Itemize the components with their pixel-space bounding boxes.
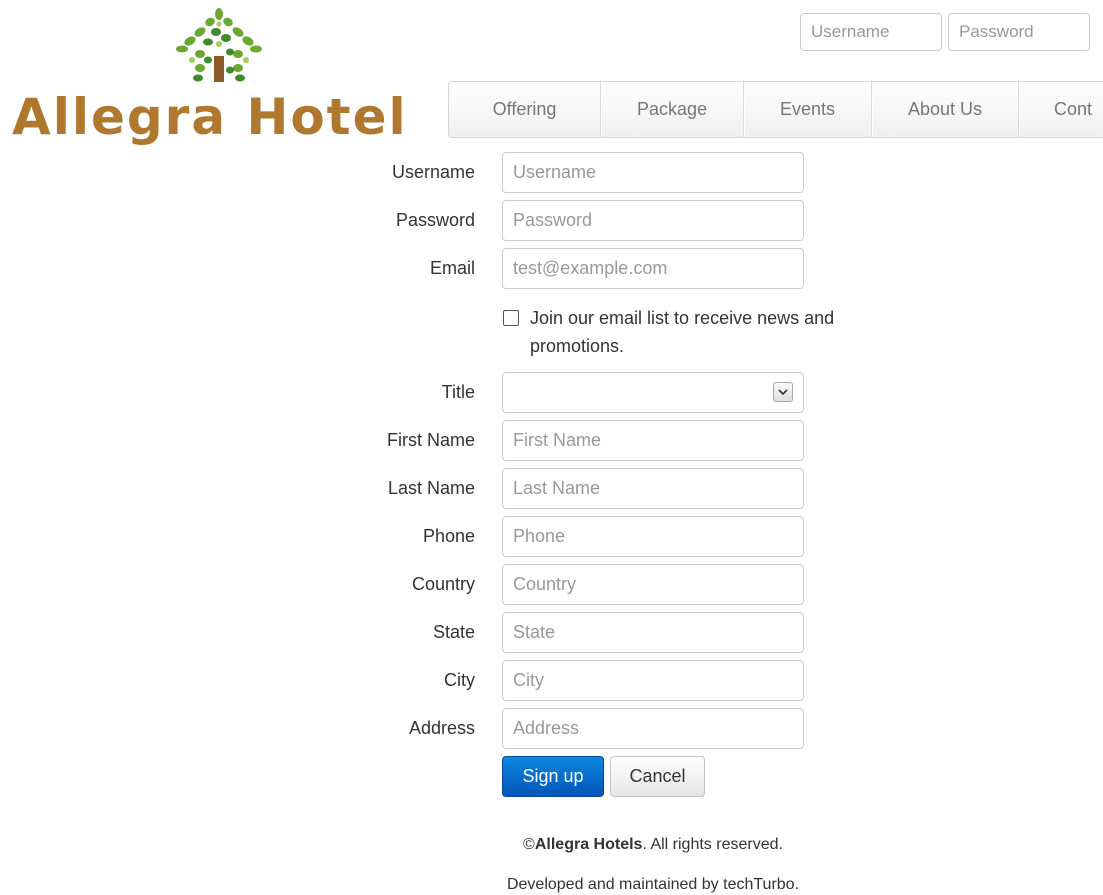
password-label: Password xyxy=(395,210,475,230)
address-label: Address xyxy=(408,718,475,738)
cancel-button[interactable]: Cancel xyxy=(610,756,705,797)
nav-item-offering[interactable]: Offering xyxy=(449,82,601,137)
email-input[interactable] xyxy=(502,248,804,289)
phone-row: Phone xyxy=(0,516,1103,557)
state-label: State xyxy=(432,622,475,642)
brand-name: Allegra Hotel xyxy=(12,88,408,146)
title-label: Title xyxy=(441,382,475,402)
state-input[interactable] xyxy=(502,612,804,653)
username-input[interactable] xyxy=(502,152,804,193)
phone-input[interactable] xyxy=(502,516,804,557)
address-input[interactable] xyxy=(502,708,804,749)
first-name-input[interactable] xyxy=(502,420,804,461)
rights-text: . All rights reserved. xyxy=(642,836,783,853)
address-row: Address xyxy=(0,708,1103,749)
phone-label: Phone xyxy=(422,526,475,546)
city-row: City xyxy=(0,660,1103,701)
city-label: City xyxy=(444,670,475,690)
country-label: Country xyxy=(411,574,475,594)
country-input[interactable] xyxy=(502,564,804,605)
first-name-label: First Name xyxy=(386,430,475,450)
password-row: Password xyxy=(0,200,1103,241)
header-password-input[interactable] xyxy=(948,13,1090,51)
username-row: Username xyxy=(0,152,1103,193)
logo[interactable]: Allegra Hotel xyxy=(12,8,412,148)
email-row: Email xyxy=(0,248,1103,289)
developer-credit: Developed and maintained by techTurbo. xyxy=(506,876,800,893)
copyright-symbol: © xyxy=(523,836,535,853)
title-select[interactable] xyxy=(502,372,804,413)
newsletter-checkbox[interactable] xyxy=(503,310,519,326)
last-name-label: Last Name xyxy=(387,478,475,498)
nav-item-events[interactable]: Events xyxy=(744,82,872,137)
password-input[interactable] xyxy=(502,200,804,241)
chevron-down-icon[interactable] xyxy=(773,382,793,402)
copyright-text: ©Allegra Hotels. All rights reserved. xyxy=(0,836,1103,854)
title-row: Title xyxy=(0,372,1103,413)
header-username-input[interactable] xyxy=(800,13,942,51)
last-name-row: Last Name xyxy=(0,468,1103,509)
company-name: Allegra Hotels xyxy=(534,836,643,853)
sign-up-button[interactable]: Sign up xyxy=(502,756,604,797)
first-name-row: First Name xyxy=(0,420,1103,461)
nav-item-about-us[interactable]: About Us xyxy=(872,82,1019,137)
last-name-input[interactable] xyxy=(502,468,804,509)
nav-item-contact[interactable]: Cont xyxy=(1019,82,1103,137)
country-row: Country xyxy=(0,564,1103,605)
city-input[interactable] xyxy=(502,660,804,701)
nav-item-package[interactable]: Package xyxy=(601,82,744,137)
username-label: Username xyxy=(391,162,475,182)
newsletter-label: Join our email list to receive news and … xyxy=(530,308,835,356)
email-label: Email xyxy=(429,258,475,278)
main-navbar: Offering Package Events About Us Cont xyxy=(448,81,1103,138)
state-row: State xyxy=(0,612,1103,653)
tree-house-logo-icon xyxy=(176,8,262,82)
